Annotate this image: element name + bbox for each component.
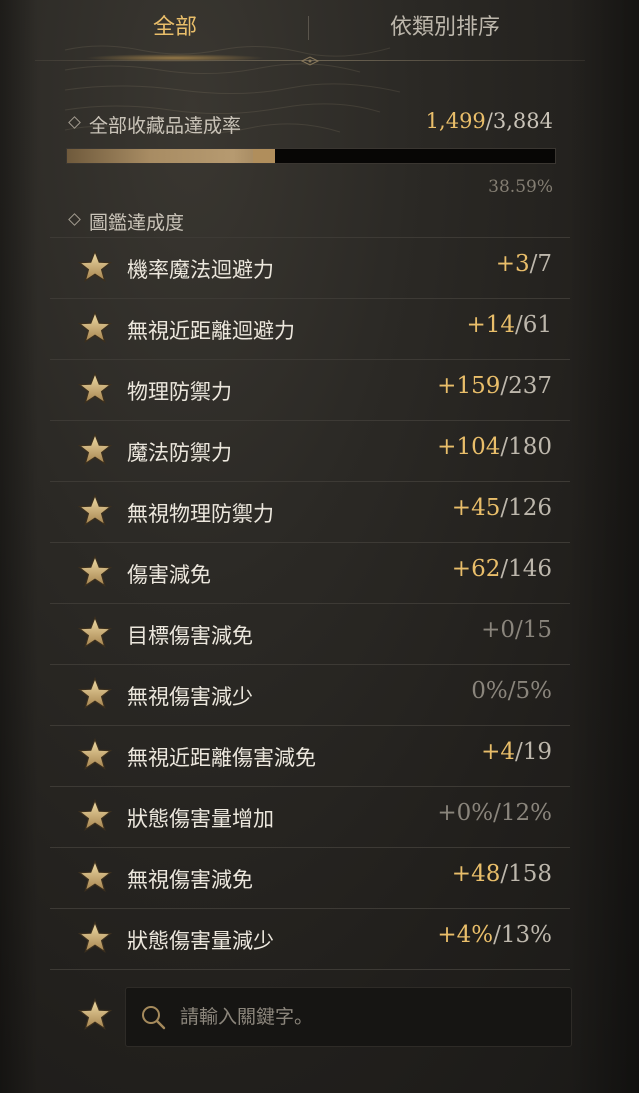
stat-row[interactable]: 無視物理防禦力 +45/126 bbox=[50, 481, 570, 542]
stat-value: +14/61 bbox=[466, 312, 552, 338]
stat-max: /126 bbox=[500, 495, 552, 521]
star-icon bbox=[78, 799, 112, 831]
stat-value: +0%/12% bbox=[437, 800, 552, 826]
stat-max: /13% bbox=[493, 922, 552, 948]
stat-max: /180 bbox=[500, 434, 552, 460]
stat-row[interactable]: 無視近距離傷害減免 +4/19 bbox=[50, 725, 570, 786]
stat-value: +0/15 bbox=[481, 617, 552, 643]
stat-row[interactable]: 狀態傷害量增加 +0%/12% bbox=[50, 786, 570, 847]
stat-current: 0% bbox=[471, 678, 508, 704]
stat-current: +4 bbox=[481, 739, 515, 765]
star-icon bbox=[78, 616, 112, 648]
stat-value: +4%/13% bbox=[437, 922, 552, 948]
stat-max: /158 bbox=[500, 861, 552, 887]
star-icon bbox=[78, 372, 112, 404]
stat-row[interactable]: 狀態傷害量減少 +4%/13% bbox=[50, 908, 570, 970]
stat-max: /5% bbox=[507, 678, 552, 704]
search-icon[interactable] bbox=[140, 1004, 166, 1030]
stat-name: 無視傷害減少 bbox=[127, 685, 253, 709]
collection-title: 全部收藏品達成率 bbox=[89, 115, 242, 137]
collection-count: 1,499/3,884 bbox=[426, 109, 553, 133]
star-icon bbox=[78, 738, 112, 770]
collection-progress-bar bbox=[66, 148, 556, 164]
stat-name: 傷害減免 bbox=[127, 563, 211, 587]
stat-name: 無視傷害減免 bbox=[127, 868, 253, 892]
stat-value: +159/237 bbox=[437, 373, 552, 399]
star-icon bbox=[78, 860, 112, 892]
stat-name: 無視物理防禦力 bbox=[127, 502, 274, 526]
star-icon bbox=[78, 250, 112, 282]
stat-value: +48/158 bbox=[452, 861, 552, 887]
tab-all[interactable]: 全部 bbox=[50, 10, 300, 50]
search-input[interactable] bbox=[178, 996, 562, 1038]
stat-name: 狀態傷害量增加 bbox=[127, 807, 274, 831]
star-icon bbox=[78, 433, 112, 465]
star-icon bbox=[78, 677, 112, 709]
stat-current: +62 bbox=[451, 556, 501, 582]
stat-row[interactable]: 物理防禦力 +159/237 bbox=[50, 359, 570, 420]
stat-max: /61 bbox=[514, 312, 552, 338]
stat-name: 狀態傷害量減少 bbox=[127, 929, 274, 953]
stat-row[interactable]: 無視傷害減少 0%/5% bbox=[50, 664, 570, 725]
star-icon bbox=[78, 555, 112, 587]
stat-max: /12% bbox=[493, 800, 552, 826]
stat-name: 目標傷害減免 bbox=[127, 624, 253, 648]
stat-value: +62/146 bbox=[452, 556, 552, 582]
stat-name: 無視近距離傷害減免 bbox=[127, 746, 316, 770]
stat-name: 機率魔法迴避力 bbox=[127, 258, 274, 282]
stat-current: +104 bbox=[437, 434, 501, 460]
right-vignette bbox=[569, 0, 639, 1093]
stat-current: +48 bbox=[451, 861, 501, 887]
stat-row[interactable]: 目標傷害減免 +0/15 bbox=[50, 603, 570, 664]
tab-divider bbox=[308, 16, 309, 40]
collection-progress-fill bbox=[67, 149, 276, 163]
stat-name: 魔法防禦力 bbox=[127, 441, 232, 465]
search-field bbox=[125, 987, 572, 1047]
star-icon bbox=[78, 998, 112, 1030]
stat-max: /146 bbox=[500, 556, 552, 582]
stat-name: 無視近距離迴避力 bbox=[127, 319, 295, 343]
stat-current: +159 bbox=[437, 373, 501, 399]
ornament-icon bbox=[300, 56, 320, 66]
diamond-icon bbox=[68, 213, 81, 226]
stat-list: 機率魔法迴避力 +3/7 無視近距離迴避力 +14/61 物理防禦力 +159/237… bbox=[50, 237, 570, 970]
stat-current: +3 bbox=[495, 251, 530, 277]
star-icon bbox=[78, 311, 112, 343]
tab-sort-by-category[interactable]: 依類別排序 bbox=[320, 10, 570, 50]
collection-current: 1,499 bbox=[425, 109, 486, 133]
stat-row[interactable]: 魔法防禦力 +104/180 bbox=[50, 420, 570, 481]
stat-max: /19 bbox=[514, 739, 552, 765]
stat-value: +3/7 bbox=[496, 251, 552, 277]
stat-max: /7 bbox=[529, 251, 552, 277]
collection-total: 3,884 bbox=[492, 109, 553, 133]
stat-current: +4% bbox=[437, 922, 494, 948]
tab-bar: 全部 依類別排序 bbox=[35, 0, 585, 66]
star-icon bbox=[78, 494, 112, 526]
stat-value: +45/126 bbox=[452, 495, 552, 521]
stat-name: 物理防禦力 bbox=[127, 380, 232, 404]
collection-separator: / bbox=[485, 109, 493, 133]
stat-row[interactable]: 傷害減免 +62/146 bbox=[50, 542, 570, 603]
stat-row[interactable]: 無視近距離迴避力 +14/61 bbox=[50, 298, 570, 359]
stat-max: /237 bbox=[500, 373, 552, 399]
stat-value: 0%/5% bbox=[471, 678, 552, 704]
star-icon bbox=[78, 921, 112, 953]
stat-current: +0 bbox=[481, 617, 515, 643]
stat-current: +0% bbox=[437, 800, 494, 826]
stat-value: +4/19 bbox=[481, 739, 552, 765]
codex-title: 圖鑑達成度 bbox=[89, 212, 185, 234]
stat-value: +104/180 bbox=[437, 434, 552, 460]
left-vignette bbox=[0, 0, 38, 1093]
stat-current: +14 bbox=[466, 312, 515, 338]
collection-percent: 38.59% bbox=[488, 177, 553, 197]
stat-max: /15 bbox=[514, 617, 552, 643]
stat-row[interactable]: 無視傷害減免 +48/158 bbox=[50, 847, 570, 908]
stat-current: +45 bbox=[451, 495, 501, 521]
stat-row[interactable]: 機率魔法迴避力 +3/7 bbox=[50, 237, 570, 298]
